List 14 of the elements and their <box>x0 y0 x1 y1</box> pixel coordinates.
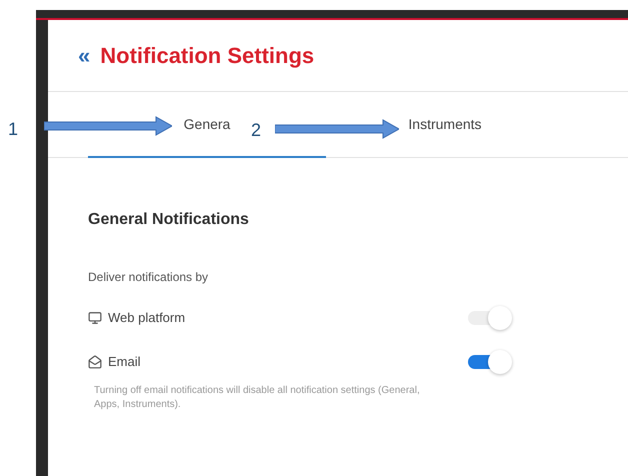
section-heading: General Notifications <box>88 210 250 230</box>
tab[interactable]: Instruments <box>326 92 564 157</box>
monitor-icon <box>88 311 102 325</box>
toggle-switch[interactable] <box>468 350 512 374</box>
annotation-number: 1 <box>8 118 18 141</box>
back-button[interactable]: « <box>78 44 90 66</box>
page-title: Notification Settings <box>100 42 314 70</box>
channel-label: Web platform <box>108 309 186 328</box>
arrow-icon <box>275 119 399 139</box>
channel-label: Email <box>108 353 142 372</box>
help-text: Turning off email notifications will disable all notification settings (General, Apps, Instruments). <box>94 384 421 412</box>
section-subheading: Deliver notifications by <box>88 269 210 286</box>
envelope-icon <box>88 355 102 369</box>
arrow-icon <box>44 116 172 136</box>
